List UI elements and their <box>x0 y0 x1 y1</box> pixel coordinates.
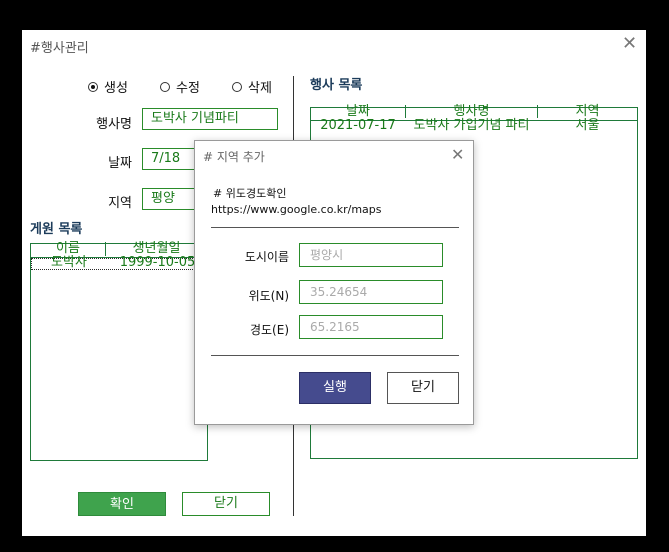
latitude-input[interactable]: 35.24654 <box>299 280 443 304</box>
dialog-close-button[interactable]: 닫기 <box>387 372 459 404</box>
window-title: #행사관리 <box>30 41 89 56</box>
date-label: 날짜 <box>108 156 132 171</box>
radio-unchecked-icon <box>232 81 242 92</box>
events-title: 행사 목록 <box>310 78 363 93</box>
dialog-close-icon[interactable]: ✕ <box>451 146 464 164</box>
table-row[interactable]: 2021-07-17 도박사 가입기념 파티 서울 <box>311 118 637 134</box>
radio-delete[interactable]: 삭제 <box>232 77 272 96</box>
member-name-cell: 도박사 <box>51 255 87 270</box>
events-col-name[interactable]: 행사명 <box>406 105 538 119</box>
radio-delete-label: 삭제 <box>248 81 272 96</box>
close-button[interactable]: 닫기 <box>182 492 270 516</box>
members-title: 게원 목록 <box>30 222 83 237</box>
event-name-input[interactable]: 도박사 기념파티 <box>142 108 278 130</box>
table-row[interactable]: 도박사 1999-10-05 <box>31 255 207 270</box>
longitude-label: 경도(E) <box>249 323 289 337</box>
city-name-input[interactable]: 평양시 <box>299 243 443 267</box>
city-name-label: 도시이름 <box>244 250 289 264</box>
members-list[interactable]: 이름 생년월일 도박사 1999-10-05 <box>30 242 208 461</box>
events-col-date[interactable]: 날짜 <box>311 105 406 119</box>
event-date-cell: 2021-07-17 <box>320 118 396 133</box>
dialog-title: # 지역 추가 <box>203 150 265 164</box>
members-col-birth[interactable]: 생년월일 <box>106 242 207 256</box>
longitude-input[interactable]: 65.2165 <box>299 315 443 339</box>
close-icon[interactable]: ✕ <box>622 35 637 53</box>
dialog-divider-top <box>211 227 459 228</box>
radio-checked-icon <box>88 81 98 92</box>
radio-create[interactable]: 생성 <box>88 77 128 96</box>
event-name-label: 행사명 <box>96 117 132 132</box>
dialog-divider-bottom <box>211 355 459 356</box>
member-birth-cell: 1999-10-05 <box>119 255 196 270</box>
latitude-label: 위도(N) <box>248 289 289 303</box>
region-input[interactable]: 평양 <box>142 188 202 210</box>
event-region-cell: 서울 <box>575 118 600 133</box>
coord-note-url[interactable]: https://www.google.co.kr/maps <box>211 203 382 216</box>
radio-edit-label: 수정 <box>176 81 200 96</box>
members-col-name[interactable]: 이름 <box>31 242 106 256</box>
events-col-region[interactable]: 지역 <box>538 105 637 119</box>
radio-create-label: 생성 <box>104 81 128 96</box>
date-input[interactable]: 7/18 <box>142 148 202 170</box>
radio-edit[interactable]: 수정 <box>160 77 200 96</box>
region-label: 지역 <box>108 196 132 211</box>
event-name-cell: 도박사 가입기념 파티 <box>413 118 530 133</box>
run-button[interactable]: 실행 <box>299 372 371 404</box>
add-region-dialog: # 지역 추가 ✕ # 위도경도확인 https://www.google.co… <box>194 140 474 425</box>
confirm-button[interactable]: 확인 <box>78 492 166 516</box>
radio-unchecked-icon <box>160 81 170 92</box>
coord-note-title: # 위도경도확인 <box>213 187 287 200</box>
